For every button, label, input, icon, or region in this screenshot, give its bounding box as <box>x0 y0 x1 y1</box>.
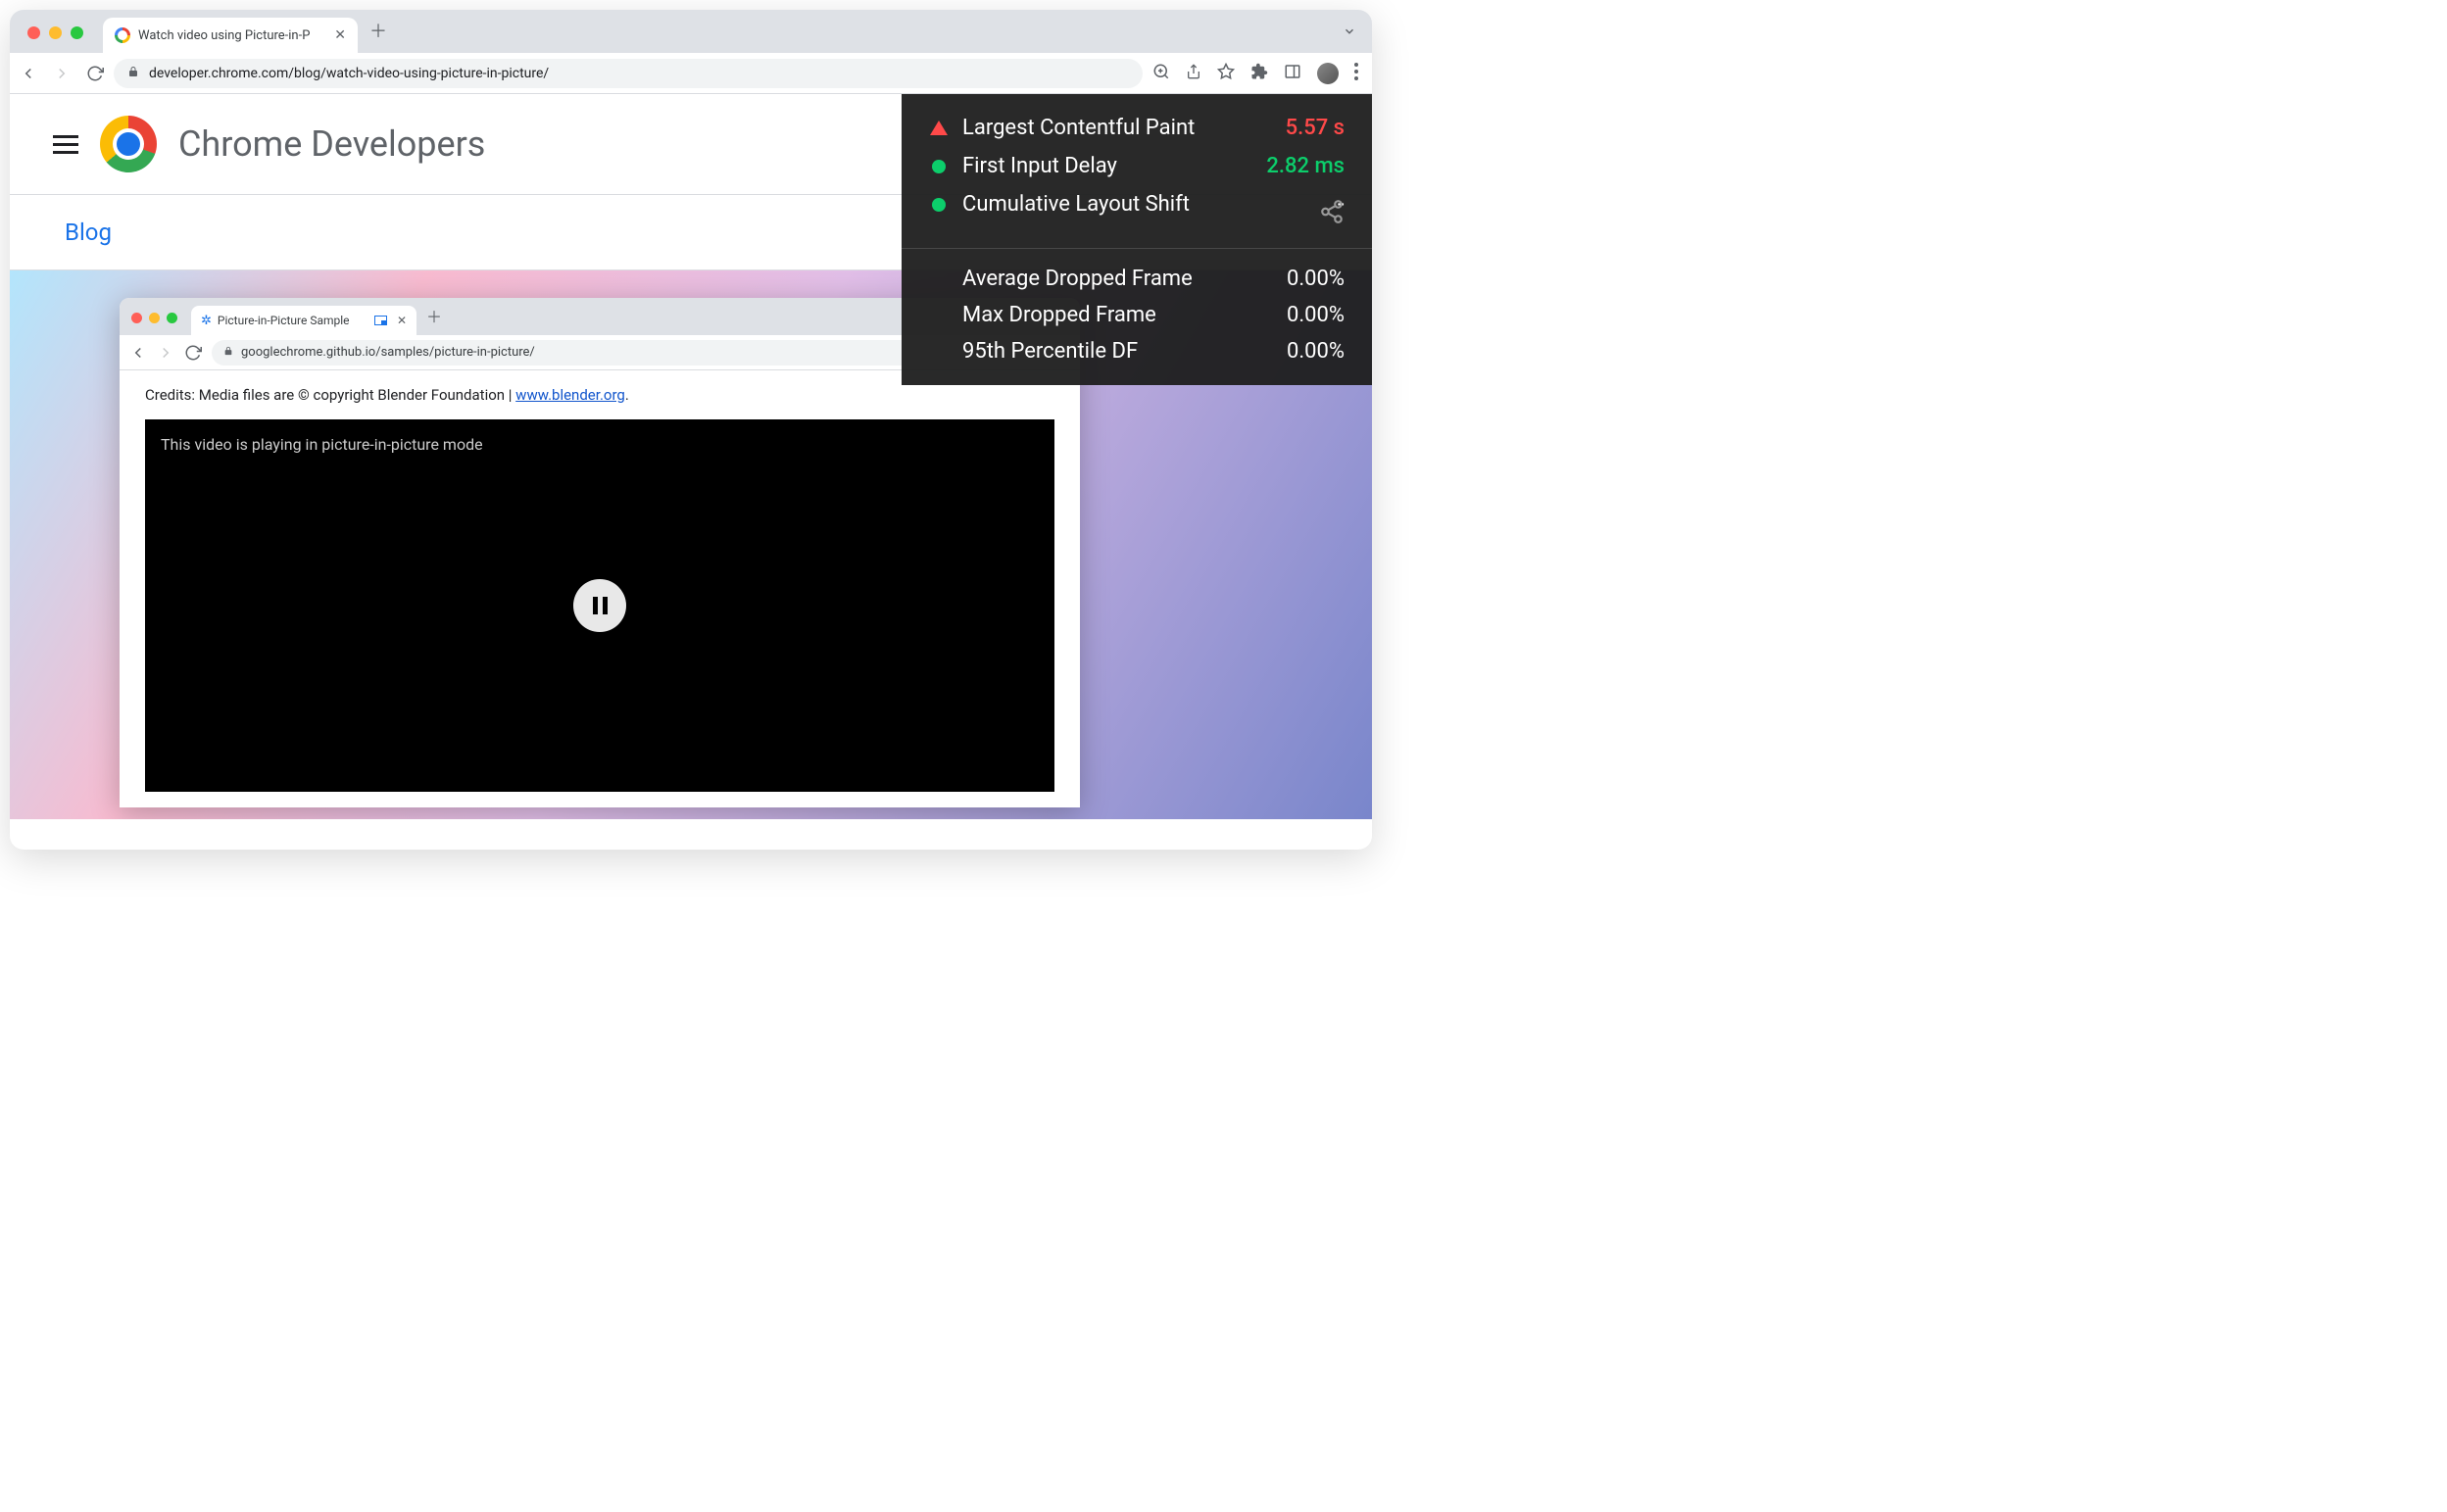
side-panel-icon[interactable] <box>1284 63 1301 84</box>
share-icon[interactable] <box>1186 63 1201 84</box>
status-dot-icon <box>932 160 946 173</box>
inner-forward-button[interactable] <box>157 344 174 362</box>
pause-button[interactable] <box>573 579 626 632</box>
vital-cls-row: Cumulative Layout Shift - <box>929 192 1345 217</box>
inner-tab-title: Picture-in-Picture Sample <box>218 314 368 327</box>
extensions-icon[interactable] <box>1250 63 1268 84</box>
video-player[interactable]: This video is playing in picture-in-pict… <box>145 419 1054 792</box>
window-dropdown-icon[interactable] <box>1343 24 1356 42</box>
site-title: Chrome Developers <box>178 123 485 165</box>
browser-toolbar: developer.chrome.com/blog/watch-video-us… <box>10 53 1372 94</box>
address-bar[interactable]: developer.chrome.com/blog/watch-video-us… <box>114 59 1143 88</box>
inner-back-button[interactable] <box>129 344 147 362</box>
inner-tab-close-button[interactable]: ✕ <box>397 314 407 327</box>
forward-button[interactable] <box>53 65 71 82</box>
favicon-chrome-icon <box>115 27 130 43</box>
web-vitals-overlay: Largest Contentful Paint 5.57 s First In… <box>902 94 1372 385</box>
inner-browser-tab[interactable]: ✲ Picture-in-Picture Sample ✕ <box>191 306 416 335</box>
zoom-icon[interactable] <box>1152 63 1170 84</box>
blender-link[interactable]: www.blender.org <box>515 386 625 404</box>
hamburger-menu-button[interactable] <box>53 135 78 154</box>
traffic-lights <box>27 26 83 39</box>
reload-button[interactable] <box>86 65 104 82</box>
pause-icon <box>593 597 608 614</box>
url-text: developer.chrome.com/blog/watch-video-us… <box>149 66 549 81</box>
pip-indicator-icon <box>374 316 387 325</box>
vital-fid-row: First Input Delay 2.82 ms <box>929 154 1345 178</box>
inner-traffic-lights <box>131 313 177 323</box>
tab-title: Watch video using Picture-in-P <box>138 28 326 43</box>
inner-window-maximize-button[interactable] <box>167 313 177 323</box>
browser-tab[interactable]: Watch video using Picture-in-P ✕ <box>103 18 358 53</box>
new-tab-button[interactable]: ＋ <box>369 18 387 43</box>
triangle-up-icon <box>930 121 948 135</box>
inner-window-close-button[interactable] <box>131 313 142 323</box>
inner-url-text: googlechrome.github.io/samples/picture-i… <box>241 345 535 360</box>
credits-line: Credits: Media files are © copyright Ble… <box>145 386 1054 404</box>
dropped-frame-95p-row: 95th Percentile DF 0.00% <box>929 339 1345 364</box>
inner-page-content: Credits: Media files are © copyright Ble… <box>120 370 1080 807</box>
inner-new-tab-button[interactable]: ＋ <box>426 304 442 327</box>
chrome-logo-icon <box>100 116 157 172</box>
inner-window-minimize-button[interactable] <box>149 313 160 323</box>
back-button[interactable] <box>20 65 37 82</box>
browser-window: Watch video using Picture-in-P ✕ ＋ devel… <box>10 10 1372 850</box>
tab-close-button[interactable]: ✕ <box>334 27 346 43</box>
inner-lock-icon <box>223 345 233 361</box>
status-dot-icon <box>932 198 946 212</box>
gear-favicon-icon: ✲ <box>201 314 212 328</box>
blog-link[interactable]: Blog <box>65 219 112 246</box>
share-results-icon[interactable] <box>1319 199 1345 230</box>
inner-reload-button[interactable] <box>184 344 202 362</box>
window-minimize-button[interactable] <box>49 26 62 39</box>
vital-lcp-row: Largest Contentful Paint 5.57 s <box>929 116 1345 140</box>
dropped-frame-avg-row: Average Dropped Frame 0.00% <box>929 267 1345 291</box>
profile-avatar[interactable] <box>1317 63 1339 84</box>
window-close-button[interactable] <box>27 26 40 39</box>
kebab-menu-icon[interactable] <box>1354 63 1358 84</box>
bookmark-star-icon[interactable] <box>1217 63 1235 84</box>
window-maximize-button[interactable] <box>71 26 83 39</box>
pip-status-text: This video is playing in picture-in-pict… <box>161 435 1039 454</box>
dropped-frame-max-row: Max Dropped Frame 0.00% <box>929 303 1345 327</box>
browser-tab-strip: Watch video using Picture-in-P ✕ ＋ <box>10 10 1372 53</box>
lock-icon <box>127 65 139 82</box>
